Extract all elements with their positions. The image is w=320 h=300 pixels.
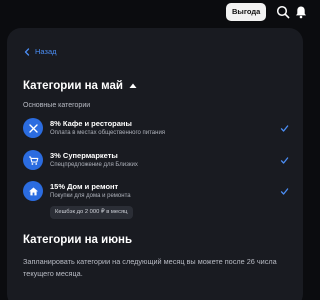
caret-up-icon <box>129 83 137 88</box>
section-label: Основные категории <box>23 102 91 109</box>
check-icon <box>280 157 289 164</box>
check-icon <box>280 125 289 132</box>
category-name: 3% Супермаркеты <box>50 151 118 160</box>
back-label: Назад <box>35 47 57 56</box>
category-icon-wrap <box>23 118 43 138</box>
chevron-left-icon <box>24 47 30 56</box>
category-name: 8% Кафе и рестораны <box>50 119 132 128</box>
category-item[interactable]: 15% Дом и ремонт Покупки для дома и ремо… <box>23 181 289 207</box>
category-icon-wrap <box>23 181 43 201</box>
category-item[interactable]: 8% Кафе и рестораны Оплата в местах обще… <box>23 118 289 144</box>
fork-knife-icon <box>28 123 38 133</box>
cart-icon <box>28 155 38 165</box>
promo-button[interactable]: Выгода <box>226 3 267 21</box>
category-icon-wrap <box>23 150 43 170</box>
june-description: Запланировать категории на следующий мес… <box>23 257 277 278</box>
category-subtitle: Спецпредложение для Близких <box>50 162 138 168</box>
check-icon <box>280 188 289 195</box>
category-item[interactable]: 3% Супермаркеты Спецпредложение для Близ… <box>23 150 289 176</box>
may-title-text: Категории на май <box>23 80 123 92</box>
category-name: 15% Дом и ремонт <box>50 182 119 191</box>
may-categories-title[interactable]: Категории на май <box>23 80 137 92</box>
house-icon <box>28 187 38 195</box>
june-categories-title: Категории на июнь <box>23 234 133 246</box>
bell-icon[interactable] <box>294 5 308 19</box>
cashback-categories-panel: Назад Категории на май Основные категори… <box>7 28 303 300</box>
top-bar: Выгода <box>0 0 311 26</box>
category-subtitle: Покупки для дома и ремонта <box>50 193 131 199</box>
category-subtitle: Оплата в местах общественного питания <box>50 130 166 136</box>
cashback-limit-badge: Кешбэк до 2 000 ₽ в месяц <box>50 206 133 219</box>
back-link[interactable]: Назад <box>23 47 57 56</box>
search-icon[interactable] <box>276 5 290 19</box>
